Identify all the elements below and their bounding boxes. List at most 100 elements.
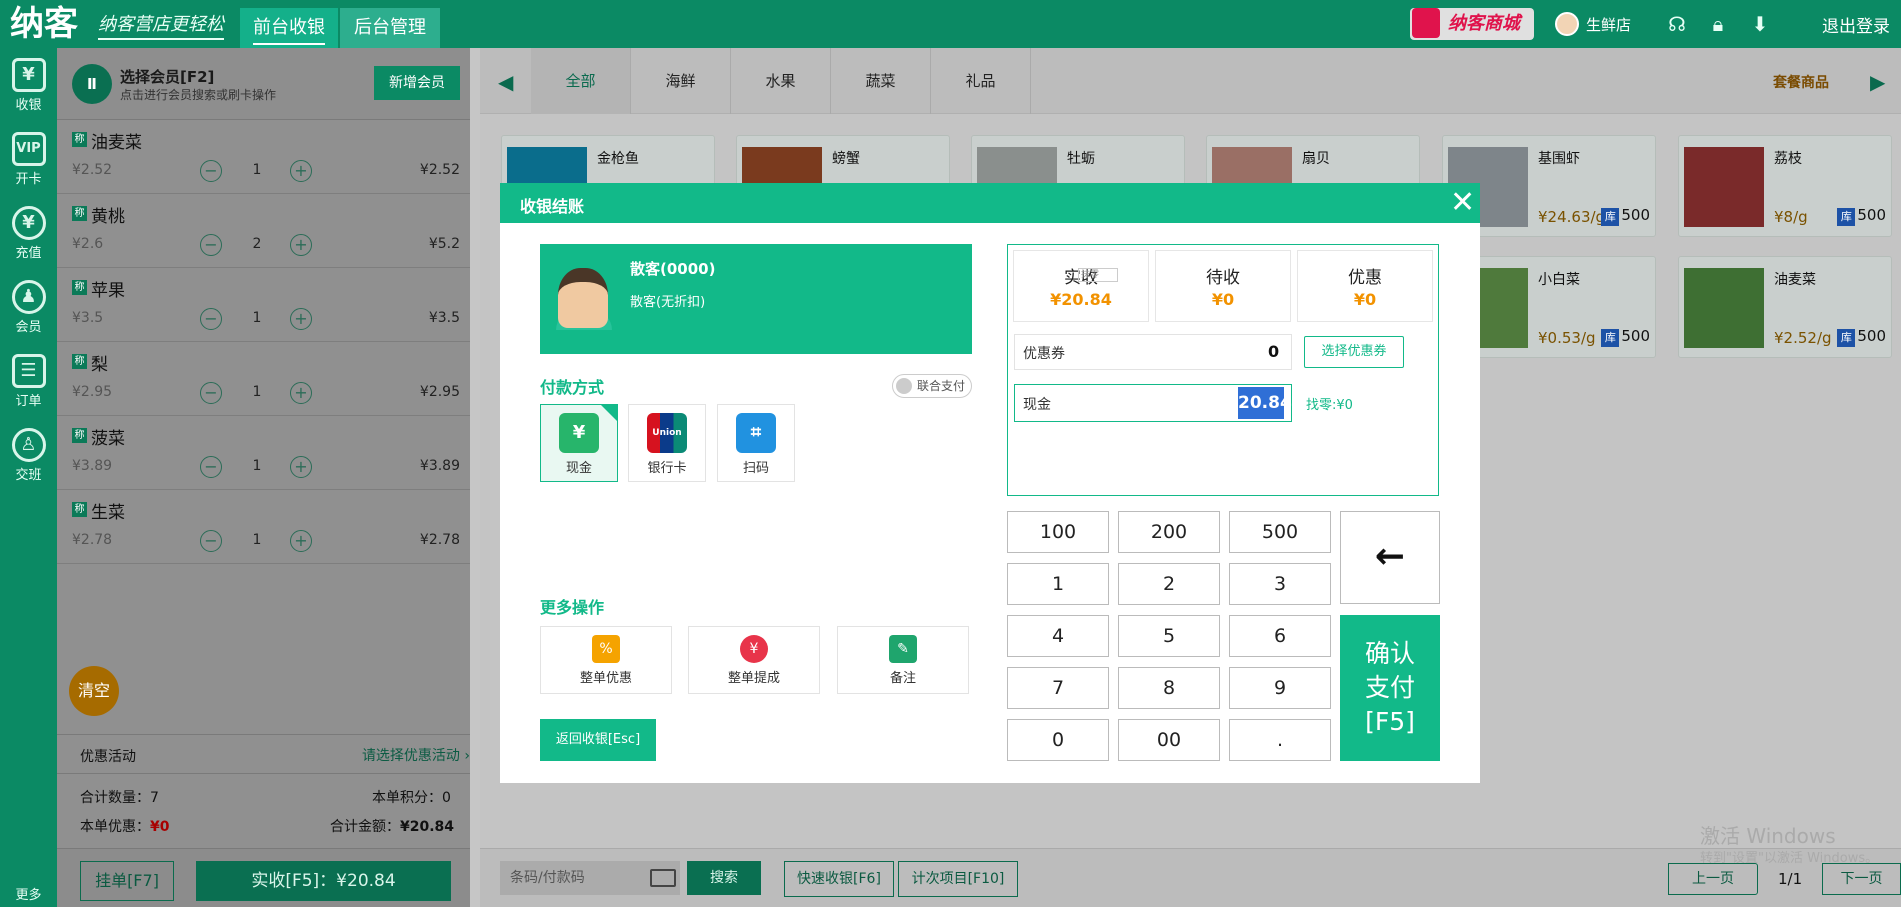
key-0[interactable]: 0 [1007, 719, 1109, 761]
tab-front-cashier[interactable]: 前台收银 [240, 8, 338, 48]
search-button[interactable]: 搜索 [687, 861, 761, 895]
key-2[interactable]: 2 [1118, 563, 1220, 605]
plus-button[interactable]: + [290, 234, 312, 256]
product-price: ¥24.63/g [1538, 208, 1606, 226]
cart-item-qty[interactable]: 1 [247, 310, 267, 326]
key-100[interactable]: 100 [1007, 511, 1109, 553]
sidebar-item-open-card[interactable]: VIP 开卡 [0, 132, 57, 187]
cart-item-qty[interactable]: 1 [247, 384, 267, 400]
confirm-pay-button[interactable]: 确认 支付 [F5] [1340, 615, 1440, 761]
category-tab-vegetable[interactable]: 蔬菜 [831, 48, 931, 114]
pending-amount: 待收 ¥0 [1155, 250, 1291, 322]
cart-item[interactable]: 称 菠菜 ¥3.89 − 1 + ¥3.89 [57, 416, 470, 490]
new-member-button[interactable]: 新增会员 [374, 66, 460, 100]
caret-right-icon[interactable]: ▶ [1870, 70, 1885, 94]
minus-button[interactable]: − [200, 234, 222, 256]
lock-icon[interactable]: 🔒︎ [1706, 12, 1730, 36]
note-button[interactable]: ✎ 备注 [837, 626, 969, 694]
prev-page-button[interactable]: 上一页 [1668, 863, 1758, 895]
minus-button[interactable]: − [200, 308, 222, 330]
back-to-cashier-button[interactable]: 返回收银[Esc] [540, 719, 656, 761]
headset-icon[interactable]: ☊ [1665, 12, 1689, 36]
cart-item-qty[interactable]: 1 [247, 162, 267, 178]
product-card[interactable]: 油麦菜 ¥2.52/g 库 500 [1678, 256, 1892, 358]
minus-button[interactable]: − [200, 382, 222, 404]
sidebar-item-recharge[interactable]: ¥ 充值 [0, 206, 57, 261]
category-tab-fruit[interactable]: 水果 [731, 48, 831, 114]
checkout-button[interactable]: 实收[F5]：¥20.84 [196, 861, 451, 901]
key-7[interactable]: 7 [1007, 667, 1109, 709]
pay-method-bank-card[interactable]: Union 银行卡 [628, 404, 706, 482]
plus-button[interactable]: + [290, 308, 312, 330]
user-avatar[interactable] [1555, 12, 1579, 36]
plus-button[interactable]: + [290, 382, 312, 404]
cart-item[interactable]: 称 黄桃 ¥2.6 − 2 + ¥5.2 [57, 194, 470, 268]
pay-method-scan[interactable]: ⌗ 扫码 [717, 404, 795, 482]
keyboard-icon[interactable] [650, 869, 676, 887]
cart-item-qty[interactable]: 2 [247, 236, 267, 252]
quick-cashier-button[interactable]: 快速收银[F6] [784, 861, 894, 897]
backspace-icon[interactable]: ← [1340, 511, 1440, 604]
cart-item[interactable]: 称 生菜 ¥2.78 − 1 + ¥2.78 [57, 490, 470, 564]
set-meal-link[interactable]: 套餐商品 [1773, 72, 1829, 92]
select-coupon-button[interactable]: 选择优惠券 [1304, 336, 1404, 368]
tab-back-office[interactable]: 后台管理 [340, 8, 440, 48]
product-name: 牡蛎 [1067, 151, 1095, 167]
key-5[interactable]: 5 [1118, 615, 1220, 657]
dialog-header [500, 183, 1480, 223]
discount-value: ¥0 [1353, 290, 1377, 309]
category-tab-all[interactable]: 全部 [531, 48, 631, 114]
key-00[interactable]: 00 [1118, 719, 1220, 761]
minus-button[interactable]: − [200, 456, 222, 478]
key-8[interactable]: 8 [1118, 667, 1220, 709]
close-icon[interactable]: ✕ [1450, 188, 1475, 218]
sidebar-more[interactable]: 更多 [0, 884, 57, 903]
coupon-value: 0 [1268, 342, 1280, 361]
round-off-checkbox[interactable]: 抹零 [1078, 268, 1118, 282]
sidebar-item-shift[interactable]: ♙ 交班 [0, 428, 57, 483]
key-6[interactable]: 6 [1229, 615, 1331, 657]
cart-item[interactable]: 称 苹果 ¥3.5 − 1 + ¥3.5 [57, 268, 470, 342]
minus-button[interactable]: − [200, 160, 222, 182]
key-200[interactable]: 200 [1118, 511, 1220, 553]
plus-button[interactable]: + [290, 160, 312, 182]
category-tab-gift[interactable]: 礼品 [931, 48, 1031, 114]
promo-select[interactable]: 请选择优惠活动 › [362, 745, 470, 765]
cash-value[interactable]: 20.84 [1238, 387, 1292, 419]
caret-left-icon[interactable]: ◀ [498, 70, 513, 94]
clear-cart-button[interactable]: 清空 [69, 666, 119, 716]
confirm-line: 支付 [1364, 673, 1415, 702]
cart-item[interactable]: 称 油麦菜 ¥2.52 − 1 + ¥2.52 [57, 120, 470, 194]
store-name[interactable]: 生鲜店 [1586, 14, 1631, 35]
whole-order-discount-button[interactable]: % 整单优惠 [540, 626, 672, 694]
sidebar-item-cashier[interactable]: ¥ 收银 [0, 58, 57, 113]
member-select-title[interactable]: 选择会员[F2] [120, 66, 214, 87]
order-total: 合计金额：¥20.84 [330, 816, 454, 836]
minus-button[interactable]: − [200, 530, 222, 552]
hold-order-button[interactable]: 挂单[F7] [80, 861, 174, 901]
sidebar-item-member[interactable]: ♟ 会员 [0, 280, 57, 335]
toggle-knob[interactable] [896, 378, 912, 394]
confirm-line: 确认 [1364, 639, 1415, 668]
download-icon[interactable]: ⬇ [1748, 12, 1772, 36]
plus-button[interactable]: + [290, 456, 312, 478]
key-dot[interactable]: . [1229, 719, 1331, 761]
product-card[interactable]: 荔枝 ¥8/g 库 500 [1678, 135, 1892, 237]
count-items-button[interactable]: 计次项目[F10] [898, 861, 1018, 897]
cart-item[interactable]: 称 梨 ¥2.95 − 1 + ¥2.95 [57, 342, 470, 416]
key-4[interactable]: 4 [1007, 615, 1109, 657]
key-500[interactable]: 500 [1229, 511, 1331, 553]
key-1[interactable]: 1 [1007, 563, 1109, 605]
whole-order-commission-button[interactable]: ¥ 整单提成 [688, 626, 820, 694]
sidebar-item-orders[interactable]: ☰ 订单 [0, 354, 57, 409]
key-9[interactable]: 9 [1229, 667, 1331, 709]
cart-item-qty[interactable]: 1 [247, 458, 267, 474]
key-3[interactable]: 3 [1229, 563, 1331, 605]
discount-amount: 优惠 ¥0 [1297, 250, 1433, 322]
cart-item-qty[interactable]: 1 [247, 532, 267, 548]
next-page-button[interactable]: 下一页 [1822, 863, 1901, 895]
plus-button[interactable]: + [290, 530, 312, 552]
member-icon: ♟ [11, 280, 46, 314]
logout-button[interactable]: 退出登录 [1822, 12, 1890, 37]
category-tab-seafood[interactable]: 海鲜 [631, 48, 731, 114]
